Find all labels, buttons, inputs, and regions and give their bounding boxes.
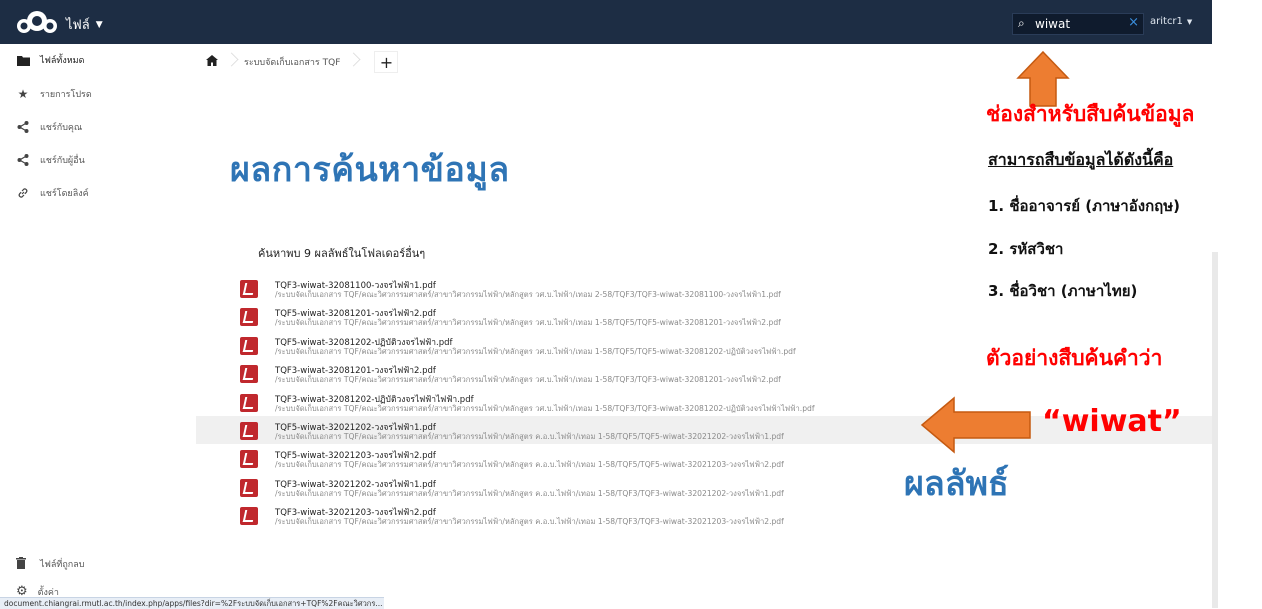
annotation-example-word: “wiwat” (1042, 404, 1182, 439)
result-row[interactable]: TQF5-wiwat-32021203-วงจรไฟฟ้า2.pdf /ระบบ… (196, 444, 1212, 472)
sidebar-item-label: ไฟล์ที่ถูกลบ (40, 560, 85, 570)
clear-search-icon[interactable]: × (1128, 15, 1139, 30)
caret-down-icon: ▼ (95, 19, 103, 30)
breadcrumb: ระบบจัดเก็บเอกสาร TQF + (206, 51, 399, 73)
app-menu[interactable]: ไฟล์ ▼ (66, 14, 103, 35)
star-icon: ★ (17, 87, 29, 101)
file-path: /ระบบจัดเก็บเอกสาร TQF/คณะวิศวกรรมศาสตร์… (275, 517, 784, 527)
sidebar-item-shared-by-link[interactable]: แชร์โดยลิงค์ (0, 181, 196, 205)
status-url: document.chiangrai.rmutl.ac.th/index.php… (0, 597, 384, 609)
file-path: /ระบบจัดเก็บเอกสาร TQF/คณะวิศวกรรมศาสตร์… (275, 375, 781, 385)
folder-icon (16, 53, 30, 67)
annotation-search-hint: ช่องสำหรับสืบค้นข้อมูล (986, 102, 1195, 126)
sidebar-item-label: แชร์กับคุณ (40, 123, 83, 133)
pdf-icon (240, 421, 258, 440)
search-results: TQF3-wiwat-32081100-วงจรไฟฟ้า1.pdf /ระบบ… (196, 274, 1212, 530)
file-path: /ระบบจัดเก็บเอกสาร TQF/คณะวิศวกรรมศาสตร์… (275, 460, 784, 470)
file-path: /ระบบจัดเก็บเอกสาร TQF/คณะวิศวกรรมศาสตร์… (275, 431, 784, 441)
pdf-icon (240, 280, 258, 298)
caret-down-icon: ▼ (1186, 17, 1193, 26)
annotation-item-2: 2. รหัสวิชา (988, 240, 1064, 258)
arrow-left-icon (920, 396, 1031, 454)
search-icon: ⌕ (1018, 16, 1025, 30)
username: aritcr1 (1150, 16, 1183, 27)
sidebar-item-label: ไฟล์ทั้งหมด (40, 56, 85, 66)
trash-icon (16, 556, 30, 572)
sidebar-item-label: รายการโปรด (40, 90, 92, 100)
breadcrumb-folder[interactable]: ระบบจัดเก็บเอกสาร TQF (244, 55, 340, 69)
pdf-icon (240, 393, 258, 412)
file-path: /ระบบจัดเก็บเอกสาร TQF/คณะวิศวกรรมศาสตร์… (275, 346, 796, 356)
sidebar-item-label: แชร์โดยลิงค์ (40, 189, 89, 199)
pdf-icon (240, 308, 258, 327)
result-row[interactable]: TQF3-wiwat-32021203-วงจรไฟฟ้า2.pdf /ระบบ… (196, 501, 1212, 529)
pdf-icon (240, 336, 258, 355)
annotation-example: ตัวอย่างสืบค้นคำว่า (986, 346, 1163, 370)
cloud-logo-icon[interactable] (14, 8, 60, 36)
file-path: /ระบบจัดเก็บเอกสาร TQF/คณะวิศวกรรมศาสตร์… (275, 488, 784, 498)
pdf-icon (240, 507, 258, 526)
search-summary: ค้นหาพบ 9 ผลลัพธ์ในโฟลเดอร์อื่นๆ (258, 247, 426, 260)
pdf-icon (240, 365, 258, 384)
sidebar-item-all-files[interactable]: ไฟล์ทั้งหมด (0, 48, 196, 72)
search-box[interactable]: ⌕ × (1012, 13, 1144, 35)
file-path: /ระบบจัดเก็บเอกสาร TQF/คณะวิศวกรรมศาสตร์… (275, 403, 815, 413)
new-button[interactable]: + (374, 51, 399, 73)
sidebar-item-deleted-files[interactable]: ไฟล์ที่ถูกลบ (16, 556, 84, 572)
scrollbar[interactable] (1212, 252, 1218, 608)
sidebar-item-favorites[interactable]: ★ รายการโปรด (0, 82, 196, 106)
sidebar: ไฟล์ทั้งหมด ★ รายการโปรด แชร์กับคุณ แชร์… (0, 44, 196, 608)
file-path: /ระบบจัดเก็บเอกสาร TQF/คณะวิศวกรรมศาสตร์… (275, 318, 781, 328)
annotation-result-label: ผลลัพธ์ (904, 464, 1009, 504)
search-input[interactable] (1035, 16, 1123, 31)
result-row[interactable]: TQF5-wiwat-32081201-วงจรไฟฟ้า2.pdf /ระบบ… (196, 302, 1212, 330)
breadcrumb-separator (348, 52, 358, 72)
annotation-search-can: สามารถสืบข้อมูลได้ดังนี้คือ (988, 150, 1174, 169)
top-bar: ไฟล์ ▼ ⌕ × aritcr1 ▼ (0, 0, 1212, 44)
annotation-item-3: 3. ชื่อวิชา (ภาษาไทย) (988, 282, 1138, 300)
page-title: ผลการค้นหาข้อมูล (230, 150, 510, 190)
file-path: /ระบบจัดเก็บเอกสาร TQF/คณะวิศวกรรมศาสตร์… (275, 290, 781, 299)
home-icon[interactable] (206, 55, 218, 69)
pdf-icon (240, 450, 258, 469)
sidebar-item-shared-with-others[interactable]: แชร์กับผู้อื่น (0, 148, 196, 172)
share-icon (16, 120, 30, 134)
breadcrumb-separator (226, 52, 236, 72)
app-name: ไฟล์ (66, 18, 90, 33)
sidebar-item-label: แชร์กับผู้อื่น (40, 156, 85, 166)
annotation-item-1: 1. ชื่ออาจารย์ (ภาษาอังกฤษ) (988, 197, 1180, 215)
share-icon (16, 153, 30, 167)
sidebar-item-shared-with-you[interactable]: แชร์กับคุณ (0, 115, 196, 139)
user-menu[interactable]: aritcr1 ▼ (1150, 16, 1192, 27)
pdf-icon (240, 478, 258, 497)
link-icon (16, 186, 30, 200)
result-row[interactable]: TQF3-wiwat-32021202-วงจรไฟฟ้า1.pdf /ระบบ… (196, 473, 1212, 501)
